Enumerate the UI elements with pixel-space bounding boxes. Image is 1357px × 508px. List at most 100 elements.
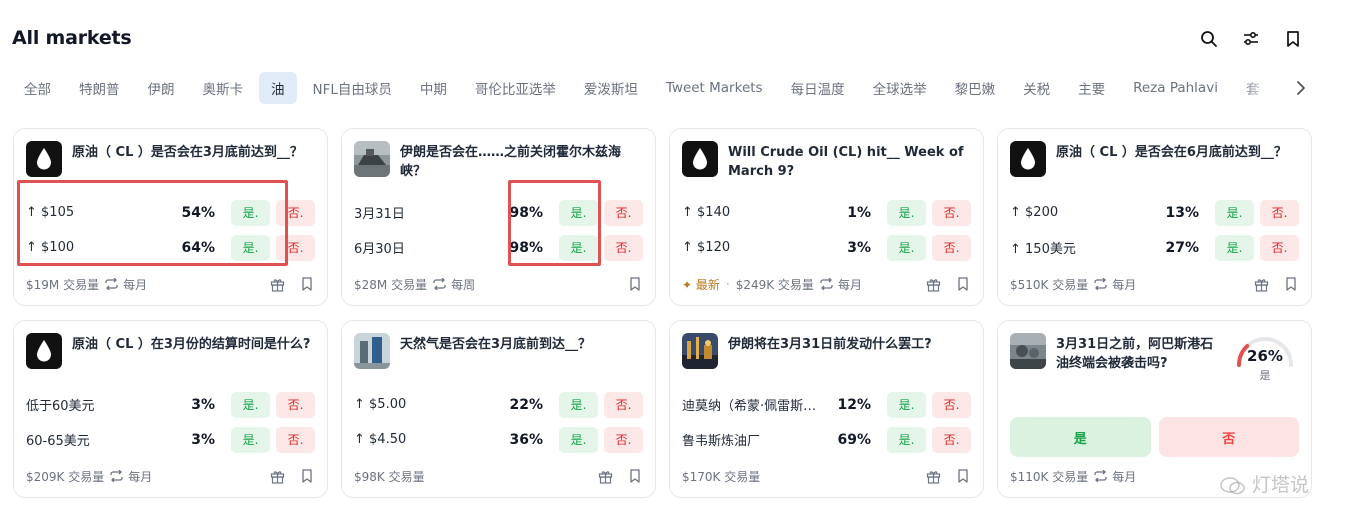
no-button[interactable]: 否.	[932, 391, 971, 418]
yes-button[interactable]: 是.	[559, 426, 598, 453]
gift-icon[interactable]	[597, 468, 613, 484]
repeat-icon	[1094, 470, 1107, 482]
market-question[interactable]: 原油（ CL ）是否会在3月底前达到__？	[72, 141, 303, 162]
gift-icon[interactable]	[925, 468, 941, 484]
tab-tweet-markets[interactable]: Tweet Markets	[654, 74, 775, 102]
gift-icon[interactable]	[925, 276, 941, 292]
yes-button[interactable]: 是.	[887, 199, 926, 226]
card-footer: $170K 交易量	[682, 467, 971, 485]
no-button[interactable]: 否.	[932, 426, 971, 453]
recurrence: 每月	[820, 276, 862, 293]
outcome-row: 3月31日 98% 是. 否.	[354, 195, 643, 230]
no-button[interactable]: 否.	[1260, 234, 1299, 261]
filter-sliders-icon[interactable]	[1240, 28, 1262, 50]
market-card[interactable]: 天然气是否会在3月底前到达__？ ↑ $5.00 22% 是. 否. ↑ $4.…	[341, 320, 656, 498]
yes-button[interactable]: 是.	[887, 234, 926, 261]
tab-daily-temperature[interactable]: 每日温度	[779, 72, 857, 104]
tab-reza-pahlavi[interactable]: Reza Pahlavi	[1121, 74, 1230, 102]
yes-button[interactable]: 是.	[231, 391, 270, 418]
market-question[interactable]: 伊朗是否会在……之前关闭霍尔木兹海峡？	[400, 141, 643, 181]
bookmark-icon[interactable]	[1283, 276, 1299, 292]
outcome-percent: 1%	[847, 204, 871, 221]
market-question[interactable]: 原油（ CL ）是否会在6月底前达到__？	[1056, 141, 1287, 162]
volume-text: $170K 交易量	[682, 469, 761, 484]
volume-text: $98K 交易量	[354, 469, 425, 484]
yes-button[interactable]: 是.	[887, 391, 926, 418]
tab-all[interactable]: 全部	[12, 72, 63, 104]
card-footer: ✦ 最新 · $249K 交易量 每月	[682, 275, 971, 293]
market-card[interactable]: 伊朗是否会在……之前关闭霍尔木兹海峡？ 3月31日 98% 是. 否. 6月30…	[341, 128, 656, 306]
recurrence: 每周	[433, 276, 475, 293]
market-question[interactable]: 原油（ CL ）在3月份的结算时间是什么?	[72, 333, 310, 354]
card-footer: $19M 交易量 每月	[26, 275, 315, 293]
yes-button[interactable]: 是.	[231, 426, 270, 453]
market-question[interactable]: 伊朗将在3月31日前发动什么罢工?	[728, 333, 932, 354]
no-button[interactable]: 否.	[276, 391, 315, 418]
outcome-label: 鲁韦斯炼油厂	[682, 434, 761, 449]
yes-button[interactable]: 是.	[231, 199, 270, 226]
gift-icon[interactable]	[269, 468, 285, 484]
yes-button[interactable]: 是.	[559, 234, 598, 261]
no-button[interactable]: 否.	[1260, 199, 1299, 226]
bookmark-icon[interactable]	[299, 468, 315, 484]
yes-button[interactable]: 是	[1010, 417, 1151, 457]
yes-button[interactable]: 是.	[1215, 199, 1254, 226]
tab-oil[interactable]: 油	[259, 72, 297, 104]
tab-primaries[interactable]: 主要	[1066, 72, 1117, 104]
no-button[interactable]: 否	[1158, 417, 1299, 457]
watermark: 灯塔说	[1220, 470, 1309, 497]
no-button[interactable]: 否.	[604, 234, 643, 261]
market-card[interactable]: Will Crude Oil (CL) hit__ Week of March …	[669, 128, 984, 306]
bookmark-icon[interactable]	[955, 468, 971, 484]
market-card[interactable]: 原油（ CL ）是否会在3月底前达到__？ ↑ $105 54% 是. 否. ↑…	[13, 128, 328, 306]
no-button[interactable]: 否.	[932, 199, 971, 226]
market-question[interactable]: Will Crude Oil (CL) hit__ Week of March …	[728, 141, 971, 181]
tab-global-elections[interactable]: 全球选举	[861, 72, 939, 104]
new-badge: ✦ 最新	[682, 277, 720, 292]
tab-tariffs[interactable]: 关税	[1011, 72, 1062, 104]
no-button[interactable]: 否.	[276, 234, 315, 261]
market-card[interactable]: 伊朗将在3月31日前发动什么罢工? 迪莫纳（希蒙·佩雷斯… 12% 是. 否. …	[669, 320, 984, 498]
outcome-row: 低于60美元 3% 是. 否.	[26, 387, 315, 422]
no-button[interactable]: 否.	[604, 391, 643, 418]
tab-colombia-election[interactable]: 哥伦比亚选举	[463, 72, 568, 104]
market-card[interactable]: 原油（ CL ）是否会在6月底前达到__？ ↑ $200 13% 是. 否. ↑…	[997, 128, 1312, 306]
chevron-right-icon[interactable]	[1290, 76, 1312, 100]
no-button[interactable]: 否.	[276, 199, 315, 226]
bookmark-icon[interactable]	[1282, 28, 1304, 50]
tab-epstein[interactable]: 爱泼斯坦	[572, 72, 650, 104]
market-question[interactable]: 天然气是否会在3月底前到达__？	[400, 333, 591, 354]
bookmark-icon[interactable]	[299, 276, 315, 292]
oil-drop-icon	[682, 141, 718, 177]
yes-button[interactable]: 是.	[1215, 234, 1254, 261]
search-icon[interactable]	[1198, 28, 1220, 50]
no-button[interactable]: 否.	[604, 199, 643, 226]
no-button[interactable]: 否.	[932, 234, 971, 261]
recurrence: 每月	[105, 276, 147, 293]
outcome-row: 60-65美元 3% 是. 否.	[26, 422, 315, 457]
bookmark-icon[interactable]	[627, 276, 643, 292]
gift-icon[interactable]	[269, 276, 285, 292]
yes-button[interactable]: 是.	[887, 426, 926, 453]
tab-iran[interactable]: 伊朗	[136, 72, 187, 104]
yes-button[interactable]: 是.	[559, 391, 598, 418]
recurrence-label: 每月	[1112, 469, 1137, 484]
probability-gauge: 26% 是	[1233, 329, 1297, 385]
tab-trump[interactable]: 特朗普	[67, 72, 132, 104]
tab-midterms[interactable]: 中期	[408, 72, 459, 104]
market-question[interactable]: 3月31日之前，阿巴斯港石油终端会被袭击吗?	[1056, 333, 1216, 373]
no-button[interactable]: 否.	[604, 426, 643, 453]
bookmark-icon[interactable]	[955, 276, 971, 292]
tab-oscars[interactable]: 奥斯卡	[191, 72, 256, 104]
page-title: All markets	[12, 27, 132, 49]
yes-button[interactable]: 是.	[231, 234, 270, 261]
tab-lebanon[interactable]: 黎巴嫩	[943, 72, 1008, 104]
bookmark-icon[interactable]	[627, 468, 643, 484]
market-card[interactable]: 原油（ CL ）在3月份的结算时间是什么? 低于60美元 3% 是. 否. 60…	[13, 320, 328, 498]
recurrence: 每月	[110, 468, 152, 485]
yes-button[interactable]: 是.	[559, 199, 598, 226]
tab-nfl-free-agents[interactable]: NFL自由球员	[301, 72, 404, 104]
gift-icon[interactable]	[1253, 276, 1269, 292]
recurrence-label: 每月	[837, 277, 862, 292]
no-button[interactable]: 否.	[276, 426, 315, 453]
